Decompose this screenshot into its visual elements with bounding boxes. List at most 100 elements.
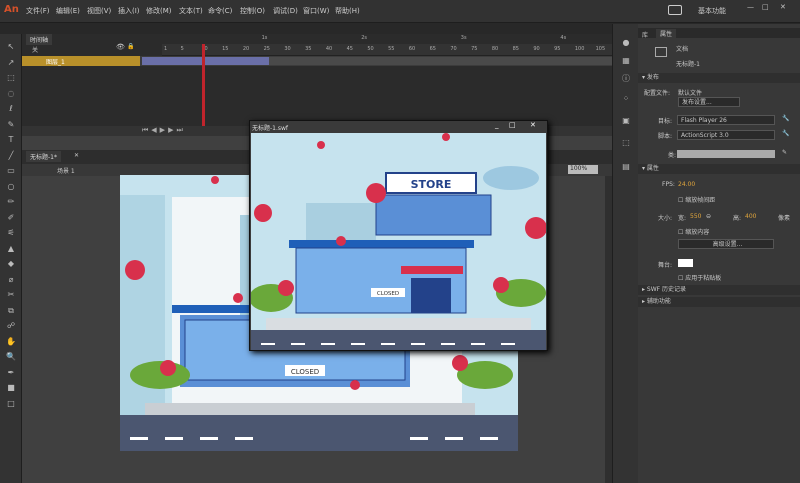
menu-item[interactable]: 文件(F) — [26, 6, 50, 16]
tween-span[interactable] — [142, 57, 269, 65]
bone-tool-icon[interactable]: ▲ — [6, 244, 16, 254]
menu-item[interactable]: 插入(I) — [118, 6, 140, 16]
workspace-icon[interactable] — [668, 5, 682, 15]
scale-spans-checkbox[interactable]: ☐ 缩放帧间距 — [678, 195, 715, 204]
pencil-tool-icon[interactable]: ✏ — [6, 197, 16, 207]
apply-paste-checkbox[interactable]: ☐ 应用于粘贴板 — [678, 273, 721, 282]
publish-section[interactable]: ▾ 发布 — [638, 73, 800, 83]
stage-label: 舞台: — [658, 262, 673, 269]
selection-tool-icon[interactable]: ↖ — [6, 42, 16, 52]
frame-tick: 60 — [408, 46, 416, 52]
subselection-tool-icon[interactable]: ↗ — [6, 58, 16, 68]
menu-item[interactable]: 控制(O) — [240, 6, 265, 16]
ink-tool-icon[interactable]: ☍ — [6, 321, 16, 331]
vertical-scrollbar[interactable] — [605, 176, 612, 483]
menu-item[interactable]: 编辑(E) — [56, 6, 80, 16]
minimize-button[interactable]: — — [747, 3, 754, 11]
menu-item[interactable]: 窗口(W) — [303, 6, 329, 16]
components-icon[interactable]: ▣ — [621, 116, 631, 126]
tab-document[interactable]: 无标题-1* — [26, 151, 61, 162]
playhead[interactable] — [202, 44, 205, 136]
stage-color-swatch[interactable] — [678, 259, 693, 267]
swap-tool-icon[interactable]: □ — [6, 399, 16, 409]
fill-color-tool-icon[interactable]: ■ — [6, 383, 16, 393]
seconds-tick: 2s — [361, 35, 367, 41]
info-icon[interactable]: ⓘ — [621, 74, 631, 84]
transform-icon[interactable]: ⬚ — [621, 138, 631, 148]
fps-value[interactable]: 24.00 — [678, 181, 695, 188]
lasso-tool-icon[interactable]: ℓ — [6, 104, 16, 114]
tab-library[interactable]: 库 — [642, 30, 648, 39]
document-icon — [655, 47, 667, 57]
free-transform-tool-icon[interactable]: ⬚ — [6, 73, 16, 83]
menu-item[interactable]: 文本(T) — [179, 6, 203, 16]
oval-tool-icon[interactable]: ○ — [6, 182, 16, 192]
swf-history-section[interactable]: ▸ SWF 历史记录 — [638, 285, 800, 295]
width-value[interactable]: 550 — [690, 213, 701, 220]
align-icon[interactable]: ▤ — [621, 162, 631, 172]
layer-row[interactable]: 图层_1 — [22, 56, 612, 66]
width-label: 宽: — [678, 215, 687, 222]
maximize-button[interactable]: □ — [762, 3, 769, 11]
height-value[interactable]: 400 — [745, 213, 756, 220]
menu-item[interactable]: 视图(V) — [87, 6, 111, 16]
text-tool-icon[interactable]: T — [6, 135, 16, 145]
paint-bucket-tool-icon[interactable]: ◆ — [6, 259, 16, 269]
eraser-tool-icon[interactable]: ✂ — [6, 290, 16, 300]
advanced-settings-button[interactable]: 高级设置... — [678, 239, 774, 249]
frame-tick: 75 — [471, 46, 478, 52]
frame-tick: 1 — [164, 46, 168, 52]
script-wrench-icon[interactable]: 🔧 — [782, 130, 789, 137]
color-icon[interactable]: ● — [621, 38, 631, 48]
accessibility-section[interactable]: ▸ 辅助功能 — [638, 297, 800, 307]
seconds-tick: 3s — [460, 35, 467, 41]
3d-rotation-tool-icon[interactable]: ◌ — [6, 89, 16, 99]
tab-properties[interactable]: 属性 — [656, 29, 677, 38]
script-select[interactable]: ActionScript 3.0 — [677, 130, 775, 140]
stroke-color-tool-icon[interactable]: ✒ — [6, 368, 16, 378]
frame-tick: 65 — [429, 46, 436, 52]
hand-tool-icon[interactable]: ✋ — [6, 337, 16, 347]
eye-icon[interactable]: 👁 — [116, 43, 125, 51]
wrench-icon[interactable]: 🔧 — [782, 115, 789, 122]
lock-icon[interactable]: 🔒 — [127, 43, 134, 50]
motion-presets-icon[interactable]: ⁘ — [621, 94, 631, 104]
workspace-switcher[interactable]: 基本功能 — [698, 6, 726, 16]
swf-minimize-button[interactable]: _ — [495, 121, 499, 129]
zoom-tool-icon[interactable]: 🔍 — [6, 352, 16, 362]
menu-item[interactable]: 修改(M) — [146, 6, 172, 16]
brush-tool-icon[interactable]: ✐ — [6, 213, 16, 223]
menu-item[interactable]: 调试(D) — [273, 6, 298, 16]
menu-item[interactable]: 命令(C) — [208, 6, 232, 16]
pen-tool-icon[interactable]: ✎ — [6, 120, 16, 130]
layer-name[interactable]: 图层_1 — [46, 57, 65, 66]
link-icon[interactable]: ⊖ — [706, 213, 711, 220]
frame-ruler[interactable]: 1510152025303540455055606570758085909510… — [162, 35, 612, 56]
rectangle-tool-icon[interactable]: ▭ — [6, 166, 16, 176]
swf-closed-sign: CLOSED — [377, 291, 399, 297]
attributes-section[interactable]: ▾ 属性 — [638, 164, 800, 174]
zoom-select[interactable]: 100% — [568, 165, 598, 174]
swf-close-button[interactable]: ✕ — [530, 121, 536, 129]
close-button[interactable]: ✕ — [780, 3, 786, 11]
publish-settings-button[interactable]: 发布设置... — [678, 97, 740, 107]
eyedropper-tool-icon[interactable]: ⌀ — [6, 275, 16, 285]
close-tab-icon[interactable]: ✕ — [74, 152, 79, 159]
swatches-icon[interactable]: ▦ — [621, 56, 631, 66]
tab-timeline[interactable]: 时间轴 — [26, 34, 53, 45]
swf-maximize-button[interactable]: □ — [509, 121, 516, 129]
profile-label: 配置文件: — [644, 90, 671, 97]
deco-tool-icon[interactable]: ⚟ — [6, 228, 16, 238]
script-label: 脚本: — [658, 133, 673, 140]
menu-item[interactable]: 帮助(H) — [335, 6, 360, 16]
target-select[interactable]: Flash Player 26 — [677, 115, 775, 125]
swf-stage[interactable]: STORE CLOSED — [251, 133, 546, 350]
pencil-icon[interactable]: ✎ — [782, 149, 787, 156]
scale-content-checkbox[interactable]: ☐ 缩放内容 — [678, 227, 709, 236]
store-sign: STORE — [411, 178, 452, 191]
line-tool-icon[interactable]: ╱ — [6, 151, 16, 161]
class-field[interactable] — [677, 150, 775, 158]
camera-tool-icon[interactable]: ⧉ — [6, 306, 16, 316]
panel-icon-strip: ● ▦ ⓘ ⁘ ▣ ⬚ ▤ — [612, 24, 638, 483]
scene-label[interactable]: 场景 1 — [57, 166, 75, 175]
